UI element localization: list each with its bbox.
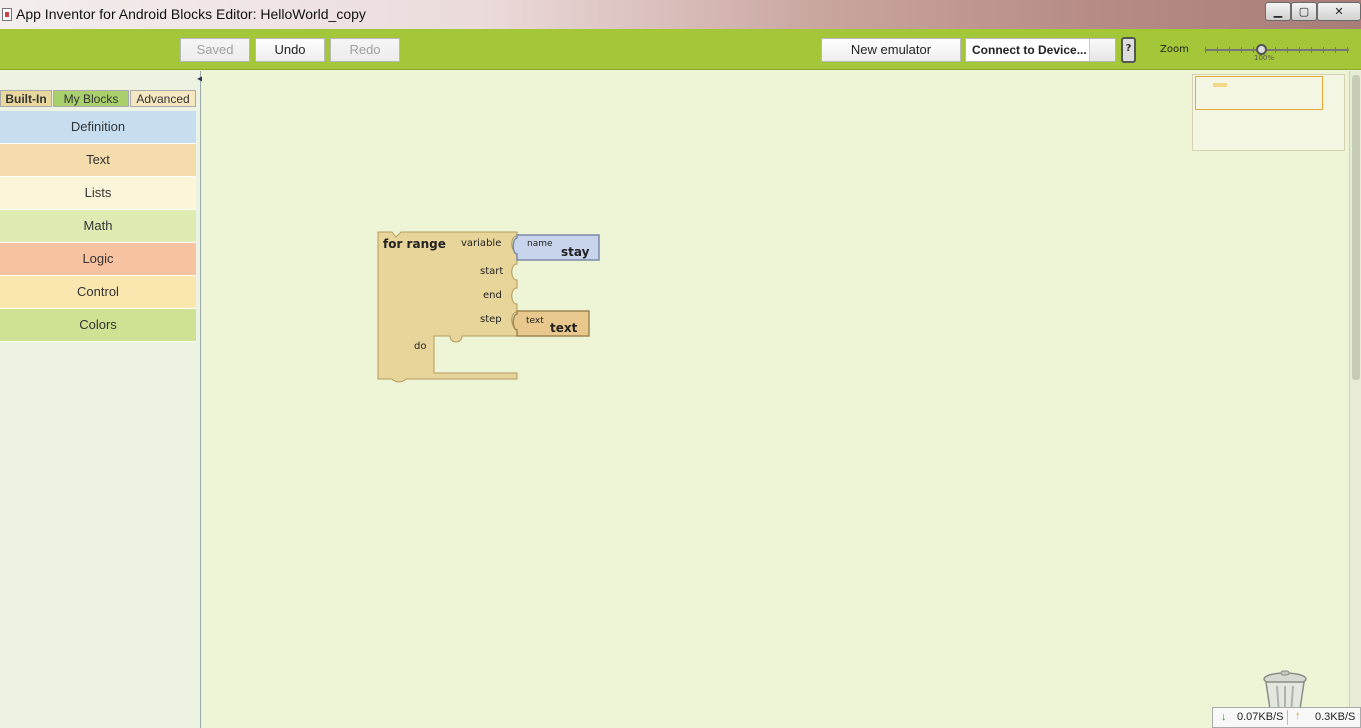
- download-speed: 0.07KB/S: [1237, 711, 1284, 723]
- upload-arrow-icon: ↑: [1295, 710, 1301, 722]
- name-block-value[interactable]: stay: [561, 245, 589, 259]
- upload-speed: 0.3KB/S: [1315, 711, 1356, 723]
- blocks-canvas: [377, 231, 600, 383]
- variable-socket-label: variable: [461, 238, 502, 249]
- network-speed-widget: ↓ 0.07KB/S ↑ 0.3KB/S: [1212, 707, 1361, 728]
- text-block-label: text: [526, 316, 544, 326]
- step-socket-label: step: [480, 314, 502, 325]
- download-arrow-icon: ↓: [1221, 711, 1227, 723]
- start-socket-label: start: [480, 266, 504, 277]
- for-range-block[interactable]: [377, 231, 518, 383]
- text-block-value[interactable]: text: [550, 321, 577, 335]
- for-range-title: for range: [383, 237, 446, 251]
- do-label: do: [414, 341, 427, 352]
- name-block-label: name: [527, 239, 553, 249]
- end-socket-label: end: [483, 290, 502, 301]
